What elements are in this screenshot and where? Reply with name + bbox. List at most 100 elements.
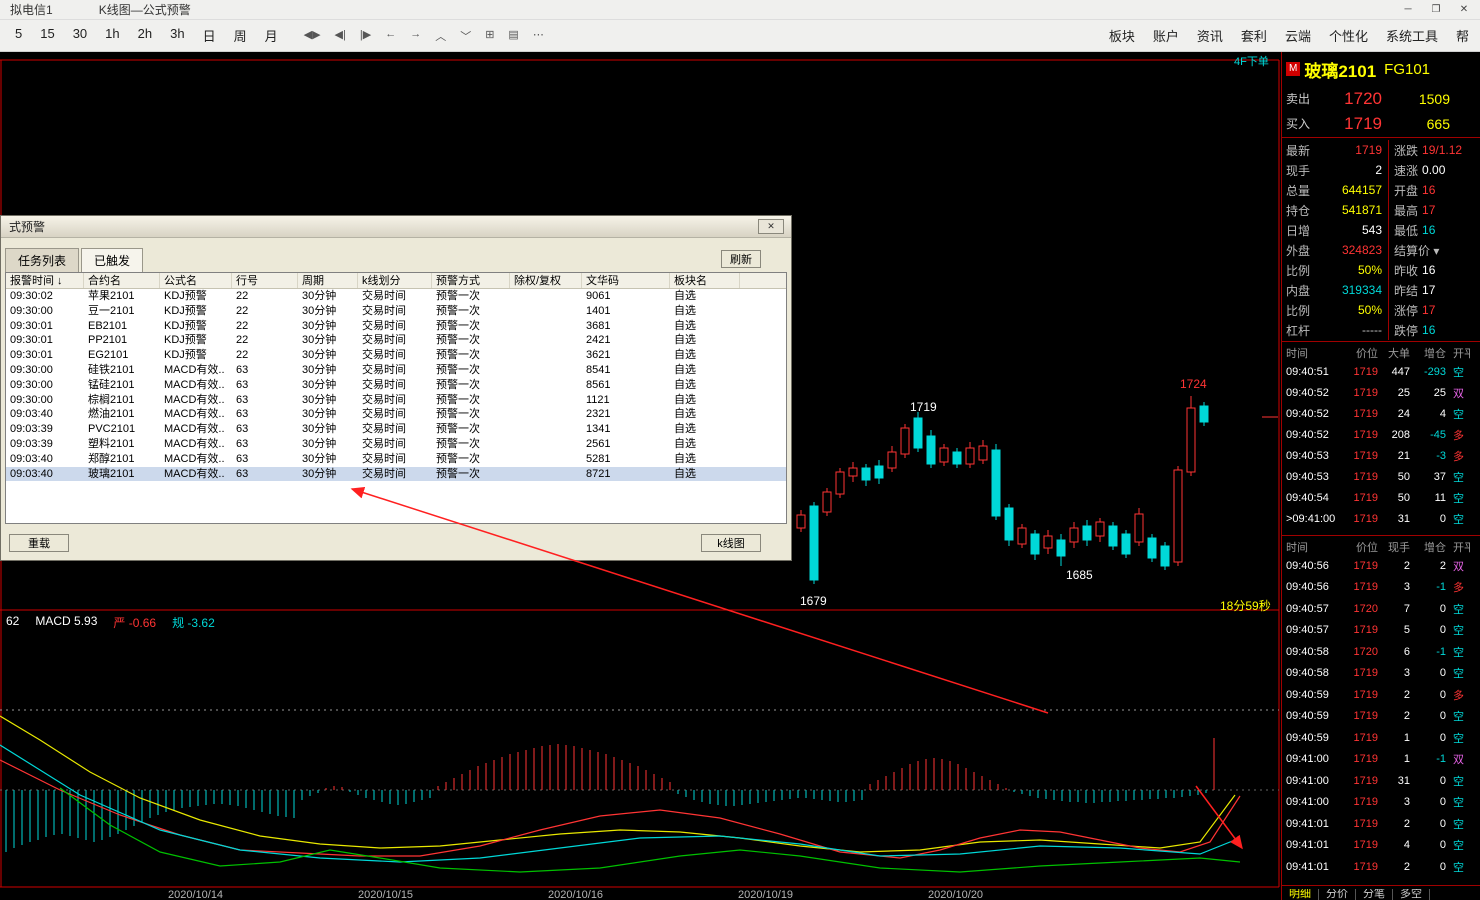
tab-long-short[interactable]: 多空	[1393, 889, 1430, 900]
tick-row[interactable]: 09:41:00 1719 31 0 空	[1282, 770, 1480, 792]
column-header[interactable]: k线划分	[358, 273, 432, 288]
tick-row[interactable]: 09:40:57 1720 7 0 空	[1282, 598, 1480, 620]
trading-app-window: 1724 1719 1685 1679 62 MACD 5.93 严 -0.66 规 -3.…	[0, 0, 1480, 900]
quote-info-row: 比例 50% 昨收 16	[1286, 263, 1436, 278]
period-day[interactable]: 日	[194, 23, 225, 48]
tab-detail[interactable]: 明细	[1282, 889, 1319, 900]
alert-row[interactable]: 09:03:40 玻璃2101 MACD有效.. 63 30分钟 交易时间 预警一次 8721…	[6, 466, 786, 482]
menu-personalize[interactable]: 个性化	[1320, 23, 1377, 48]
maximize-button[interactable]: ❐	[1426, 2, 1446, 17]
tick-row[interactable]: 09:40:52 1719 208 -45 多	[1282, 424, 1480, 445]
tick-row[interactable]: 09:40:58 1719 3 0 空	[1282, 663, 1480, 685]
tick-row[interactable]: 09:40:52 1719 25 25 双	[1282, 382, 1480, 403]
period-week[interactable]: 周	[225, 23, 256, 48]
alert-row[interactable]: 09:30:00 棕榈2101 MACD有效.. 63 30分钟 交易时间 预警一次 1121…	[6, 393, 786, 408]
close-button[interactable]: ✕	[1454, 2, 1474, 17]
alert-row[interactable]: 09:30:01 EB2101 KDJ预警 22 30分钟 交易时间 预警一次 3681 自选	[6, 319, 786, 334]
column-header[interactable]: 公式名	[160, 273, 232, 288]
tick-row[interactable]: 09:40:57 1719 5 0 空	[1282, 620, 1480, 642]
document-title: K线图—公式预警	[98, 3, 191, 17]
tab-task-list[interactable]: 任务列表	[5, 248, 80, 272]
dialog-titlebar[interactable]: 式预警 ✕	[1, 216, 791, 238]
alert-row[interactable]: 09:03:39 塑料2101 MACD有效.. 63 30分钟 交易时间 预警一次 2561…	[6, 437, 786, 452]
period-month[interactable]: 月	[256, 23, 287, 48]
tick-row[interactable]: 09:40:54 1719 50 11 空	[1282, 487, 1480, 508]
alert-row[interactable]: 09:03:40 燃油2101 MACD有效.. 63 30分钟 交易时间 预警一次 2321…	[6, 407, 786, 422]
quote-info-row: 外盘 324823 结算价 ▾	[1286, 243, 1440, 258]
menu-cloud[interactable]: 云端	[1276, 23, 1320, 48]
tick-row[interactable]: 09:40:56 1719 2 2 双	[1282, 555, 1480, 577]
formula-alert-dialog: 式预警 ✕ 任务列表 已触发 刷新 报警时间 ↓ 合约名 公式名 行号 周期 k线划分 预警方…	[0, 215, 792, 561]
order-entry-link[interactable]: 4F下单	[1234, 53, 1269, 69]
alert-row[interactable]: 09:03:40 郑醇2101 MACD有效.. 63 30分钟 交易时间 预警一次 5281…	[6, 452, 786, 467]
refresh-button[interactable]: 刷新	[721, 250, 761, 268]
grid-layout-icon[interactable]: ⊞	[478, 25, 501, 47]
period-30[interactable]: 30	[64, 23, 96, 48]
tick-row[interactable]: 09:41:00 1719 1 -1 双	[1282, 749, 1480, 771]
step-forward-icon[interactable]: |▶	[353, 25, 378, 47]
tick-row[interactable]: 09:41:01 1719 2 0 空	[1282, 856, 1480, 878]
tick-row[interactable]: 09:41:00 1719 3 0 空	[1282, 792, 1480, 814]
period-3h[interactable]: 3h	[161, 23, 193, 48]
menu-news[interactable]: 资讯	[1188, 23, 1232, 48]
tab-triggered[interactable]: 已触发	[81, 248, 144, 272]
tick-row[interactable]: 09:40:59 1719 1 0 空	[1282, 727, 1480, 749]
more-icon[interactable]: ⋯	[526, 25, 551, 47]
tick-row[interactable]: 09:40:51 1719 447 -293 空	[1282, 361, 1480, 382]
tab-by-tick[interactable]: 分笔	[1356, 889, 1393, 900]
tick-row[interactable]: 09:41:01 1719 4 0 空	[1282, 835, 1480, 857]
dialog-close-button[interactable]: ✕	[758, 219, 784, 234]
ask-row[interactable]: 卖出 1720 1509	[1282, 86, 1480, 111]
minimize-button[interactable]: ─	[1398, 2, 1418, 17]
column-header[interactable]: 板块名	[670, 273, 740, 288]
alert-row[interactable]: 09:30:00 硅铁2101 MACD有效.. 63 30分钟 交易时间 预警一次 8541…	[6, 363, 786, 378]
menu-system-tools[interactable]: 系统工具	[1377, 23, 1447, 48]
app-title: 拟电信1	[10, 3, 53, 17]
alert-row[interactable]: 09:30:02 苹果2101 KDJ预警 22 30分钟 交易时间 预警一次 9061 自选	[6, 289, 786, 304]
divider	[1388, 140, 1389, 340]
bid-row[interactable]: 买入 1719 665	[1282, 111, 1480, 136]
tick-row[interactable]: 09:40:53 1719 50 37 空	[1282, 466, 1480, 487]
period-2h[interactable]: 2h	[129, 23, 161, 48]
reload-button[interactable]: 重载	[9, 534, 69, 552]
alert-row[interactable]: 09:30:01 EG2101 KDJ预警 22 30分钟 交易时间 预警一次 3621 自选	[6, 348, 786, 363]
tick-row[interactable]: 09:40:59 1719 2 0 多	[1282, 684, 1480, 706]
menu-account[interactable]: 账户	[1144, 23, 1188, 48]
tick-row[interactable]: 09:40:58 1720 6 -1 空	[1282, 641, 1480, 663]
tick-row[interactable]: 09:40:56 1719 3 -1 多	[1282, 577, 1480, 599]
column-header[interactable]: 周期	[298, 273, 358, 288]
column-header[interactable]: 报警时间 ↓	[6, 273, 84, 288]
alert-row[interactable]: 09:30:00 豆一2101 KDJ预警 22 30分钟 交易时间 预警一次 1401 自选	[6, 304, 786, 319]
date-label: 2020/10/14	[168, 889, 224, 900]
column-header[interactable]: 行号	[232, 273, 298, 288]
tick-row[interactable]: 09:41:01 1719 2 0 空	[1282, 813, 1480, 835]
tab-by-price[interactable]: 分价	[1319, 889, 1356, 900]
pan-left-icon[interactable]: ←	[378, 25, 403, 47]
collapse-down-icon[interactable]: ﹀	[453, 25, 478, 47]
column-header[interactable]: 合约名	[84, 273, 160, 288]
pan-right-icon[interactable]: →	[403, 25, 428, 47]
period-15[interactable]: 15	[31, 23, 63, 48]
step-back-icon[interactable]: ◀|	[328, 25, 353, 47]
alert-row[interactable]: 09:30:01 PP2101 KDJ预警 22 30分钟 交易时间 预警一次 2421 自选	[6, 333, 786, 348]
tick-row[interactable]: 09:40:52 1719 24 4 空	[1282, 403, 1480, 424]
menu-help[interactable]: 帮	[1447, 23, 1478, 48]
alert-row[interactable]: 09:30:00 锰硅2101 MACD有效.. 63 30分钟 交易时间 预警一次 8561…	[6, 378, 786, 393]
column-header[interactable]: 文华码	[582, 273, 670, 288]
tick-row[interactable]: 09:40:59 1719 2 0 空	[1282, 706, 1480, 728]
period-5[interactable]: 5	[6, 23, 31, 48]
menu-sector[interactable]: 板块	[1100, 23, 1144, 48]
kline-button[interactable]: k线图	[701, 534, 761, 552]
panel-layout-icon[interactable]: ▤	[501, 25, 525, 47]
menu-arbitrage[interactable]: 套利	[1232, 23, 1276, 48]
column-header[interactable]: 预警方式	[432, 273, 510, 288]
alert-row[interactable]: 09:03:39 PVC2101 MACD有效.. 63 30分钟 交易时间 预警一次 134…	[6, 422, 786, 437]
tick-row[interactable]: >09:41:00 1719 31 0 空	[1282, 508, 1480, 529]
tick-row[interactable]: 09:40:53 1719 21 -3 多	[1282, 445, 1480, 466]
divider	[1282, 341, 1480, 342]
period-1h[interactable]: 1h	[96, 23, 128, 48]
collapse-up-icon[interactable]: ︿	[428, 25, 453, 47]
compress-icon[interactable]: ◀▶	[297, 25, 328, 47]
column-header[interactable]: 除权/复权	[510, 273, 582, 288]
bid-price: 1719	[1344, 113, 1382, 133]
